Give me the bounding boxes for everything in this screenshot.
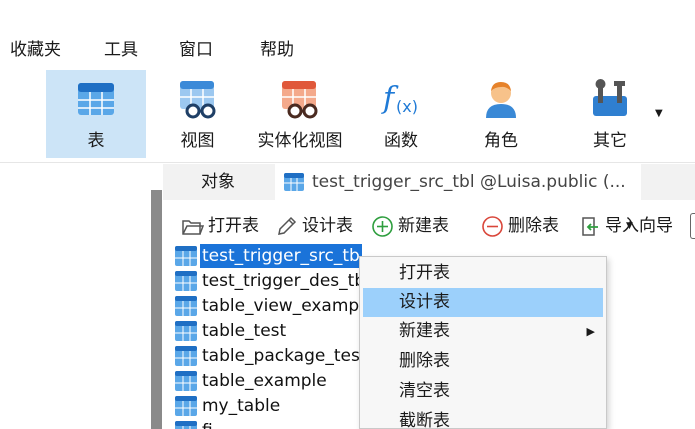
- svg-text:(x): (x): [396, 97, 418, 116]
- toolbar-role-label: 角色: [484, 131, 518, 151]
- context-menu-label: 打开表: [399, 263, 450, 283]
- import-icon: [582, 217, 598, 236]
- delete-table-button[interactable]: 删除表: [481, 213, 559, 239]
- table-name: table_view_examp: [202, 296, 360, 316]
- tab-objects[interactable]: 对象: [163, 164, 273, 200]
- table-name: fi: [200, 419, 215, 429]
- toolbar-function-button[interactable]: f (x) 函数: [356, 70, 446, 158]
- tab-table-label: test_trigger_src_tbl @Luisa.public (...: [312, 172, 626, 192]
- context-menu-label: 新建表: [399, 321, 450, 341]
- plus-circle-icon: [372, 216, 393, 237]
- tab-table-design[interactable]: test_trigger_src_tbl @Luisa.public (...: [275, 164, 641, 200]
- table-row[interactable]: my_table: [174, 394, 374, 418]
- table-row[interactable]: table_view_examp: [174, 294, 374, 318]
- function-icon: f (x): [381, 81, 418, 116]
- menu-favorites[interactable]: 收藏夹: [10, 40, 61, 60]
- toolbar-table-label: 表: [87, 131, 105, 151]
- table-list: test_trigger_src_tb test_trigger_des_tb …: [174, 244, 374, 429]
- toolbar-table-button[interactable]: 表: [46, 70, 146, 158]
- context-menu: 打开表 设计表 新建表 ▶ 删除表 清空表 截断表: [359, 256, 607, 429]
- toolbar-materialized-view-label: 实体化视图: [257, 131, 343, 151]
- import-wizard-label: 导入向导: [605, 216, 673, 236]
- context-menu-label: 删除表: [399, 351, 450, 371]
- table-icon: [284, 173, 304, 191]
- context-menu-delete-table[interactable]: 删除表: [363, 347, 603, 376]
- context-menu-open-table[interactable]: 打开表: [363, 259, 603, 288]
- table-name: my_table: [202, 396, 281, 416]
- design-table-label: 设计表: [302, 216, 353, 236]
- toolbar-role-button[interactable]: 角色: [452, 70, 550, 158]
- menu-tools[interactable]: 工具: [104, 40, 138, 60]
- table-name: test_trigger_src_tb: [200, 244, 362, 268]
- tools-icon: [593, 79, 627, 116]
- submenu-arrow-icon: ▶: [586, 325, 595, 338]
- role-icon: [486, 82, 516, 118]
- toolbar-materialized-view-button[interactable]: 实体化视图: [246, 70, 354, 158]
- table-row[interactable]: test_trigger_src_tb: [174, 244, 374, 268]
- table-icon: [175, 396, 197, 416]
- open-table-label: 打开表: [208, 216, 259, 236]
- materialized-view-icon: [282, 81, 318, 119]
- new-table-label: 新建表: [398, 216, 449, 236]
- menu-window[interactable]: 窗口: [179, 40, 213, 60]
- object-toolbar: 打开表 设计表 新建表 ▼ 删除表 导入向导: [163, 205, 695, 245]
- table-icon: [175, 271, 197, 291]
- table-row[interactable]: table_package_tes: [174, 344, 374, 368]
- toolbar-view-label: 视图: [180, 131, 215, 151]
- minus-circle-icon: [482, 216, 503, 237]
- open-table-button[interactable]: 打开表: [181, 213, 259, 239]
- toolbar-view-button[interactable]: 视图: [150, 70, 245, 158]
- menu-bar: 收藏夹 工具 窗口 帮助: [0, 32, 695, 68]
- table-name: table_example: [202, 371, 327, 391]
- table-icon: [175, 246, 197, 266]
- pencil-icon: [278, 216, 297, 235]
- toolbar-others-label: 其它: [593, 131, 627, 151]
- table-icon: [78, 83, 114, 115]
- table-icon: [175, 296, 197, 316]
- context-menu-label: 截断表: [399, 411, 450, 429]
- design-table-button[interactable]: 设计表: [275, 213, 353, 239]
- table-icon: [175, 321, 197, 341]
- new-table-button[interactable]: 新建表: [371, 213, 449, 239]
- context-menu-label: 清空表: [399, 381, 450, 401]
- table-icon: [175, 346, 197, 366]
- context-menu-design-table[interactable]: 设计表: [363, 288, 603, 317]
- toolbar-function-label: 函数: [384, 131, 418, 151]
- folder-open-icon: [182, 220, 204, 235]
- table-icon: [175, 421, 197, 429]
- toolbar-overflow-dropdown[interactable]: ▼: [655, 109, 667, 119]
- main-toolbar: 表 视图 实体化视图 f (x) 函数 角色 其它 ▼: [0, 68, 695, 163]
- overflow-button-edge[interactable]: [690, 213, 695, 239]
- table-icon: [175, 371, 197, 391]
- table-name: table_test: [202, 321, 287, 341]
- table-row[interactable]: table_test: [174, 319, 374, 343]
- context-menu-new-table[interactable]: 新建表 ▶: [363, 317, 603, 346]
- tab-strip: 对象 test_trigger_src_tbl @Luisa.public (.…: [163, 164, 695, 200]
- toolbar-others-button[interactable]: 其它: [560, 70, 660, 158]
- table-row[interactable]: table_example: [174, 369, 374, 393]
- menu-help[interactable]: 帮助: [260, 40, 294, 60]
- table-name: test_trigger_des_tb: [202, 271, 366, 291]
- context-menu-label: 设计表: [399, 292, 450, 312]
- import-wizard-button[interactable]: 导入向导: [578, 213, 673, 239]
- table-name: table_package_tes: [202, 346, 360, 366]
- table-row[interactable]: fi: [174, 419, 374, 429]
- context-menu-empty-table[interactable]: 清空表: [363, 377, 603, 406]
- delete-table-label: 删除表: [508, 216, 559, 236]
- table-row[interactable]: test_trigger_des_tb: [174, 269, 374, 293]
- context-menu-truncate-table[interactable]: 截断表: [363, 407, 603, 429]
- sidebar-scrollbar[interactable]: [151, 190, 162, 429]
- view-icon: [179, 81, 215, 119]
